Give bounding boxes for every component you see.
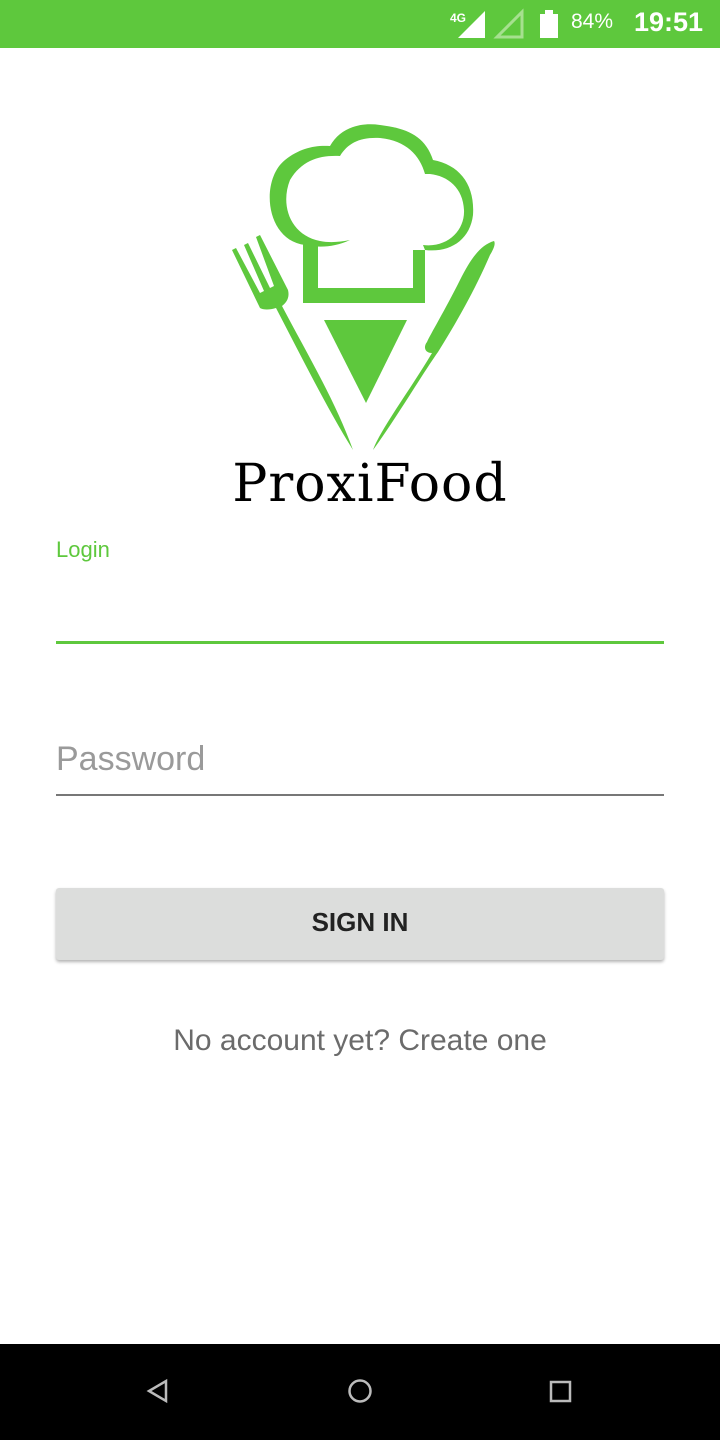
- signal-2-icon: [493, 8, 524, 39]
- fork-icon: [232, 235, 353, 450]
- login-input[interactable]: [56, 570, 664, 644]
- hat-band-icon: [303, 243, 425, 303]
- chef-hat-icon: [269, 124, 474, 251]
- recents-icon[interactable]: [549, 1378, 573, 1409]
- create-account-link[interactable]: No account yet? Create one: [0, 1024, 720, 1058]
- clock: 19:51: [634, 7, 704, 37]
- battery-icon: [540, 14, 558, 38]
- password-input[interactable]: Password: [56, 730, 664, 796]
- home-icon[interactable]: [347, 1378, 373, 1409]
- network-type-icon: 4G: [450, 11, 466, 25]
- proxifood-logo: [232, 124, 495, 450]
- back-icon[interactable]: [146, 1378, 170, 1409]
- brand-name: ProxiFood: [232, 454, 508, 514]
- triangle-icon: [324, 320, 407, 403]
- login-label: Login: [56, 537, 110, 562]
- sign-in-button[interactable]: SIGN IN: [56, 888, 664, 960]
- status-bar: 4G 84% 19:51: [0, 0, 720, 48]
- navigation-bar: [0, 1344, 720, 1440]
- battery-percent: 84%: [571, 10, 614, 33]
